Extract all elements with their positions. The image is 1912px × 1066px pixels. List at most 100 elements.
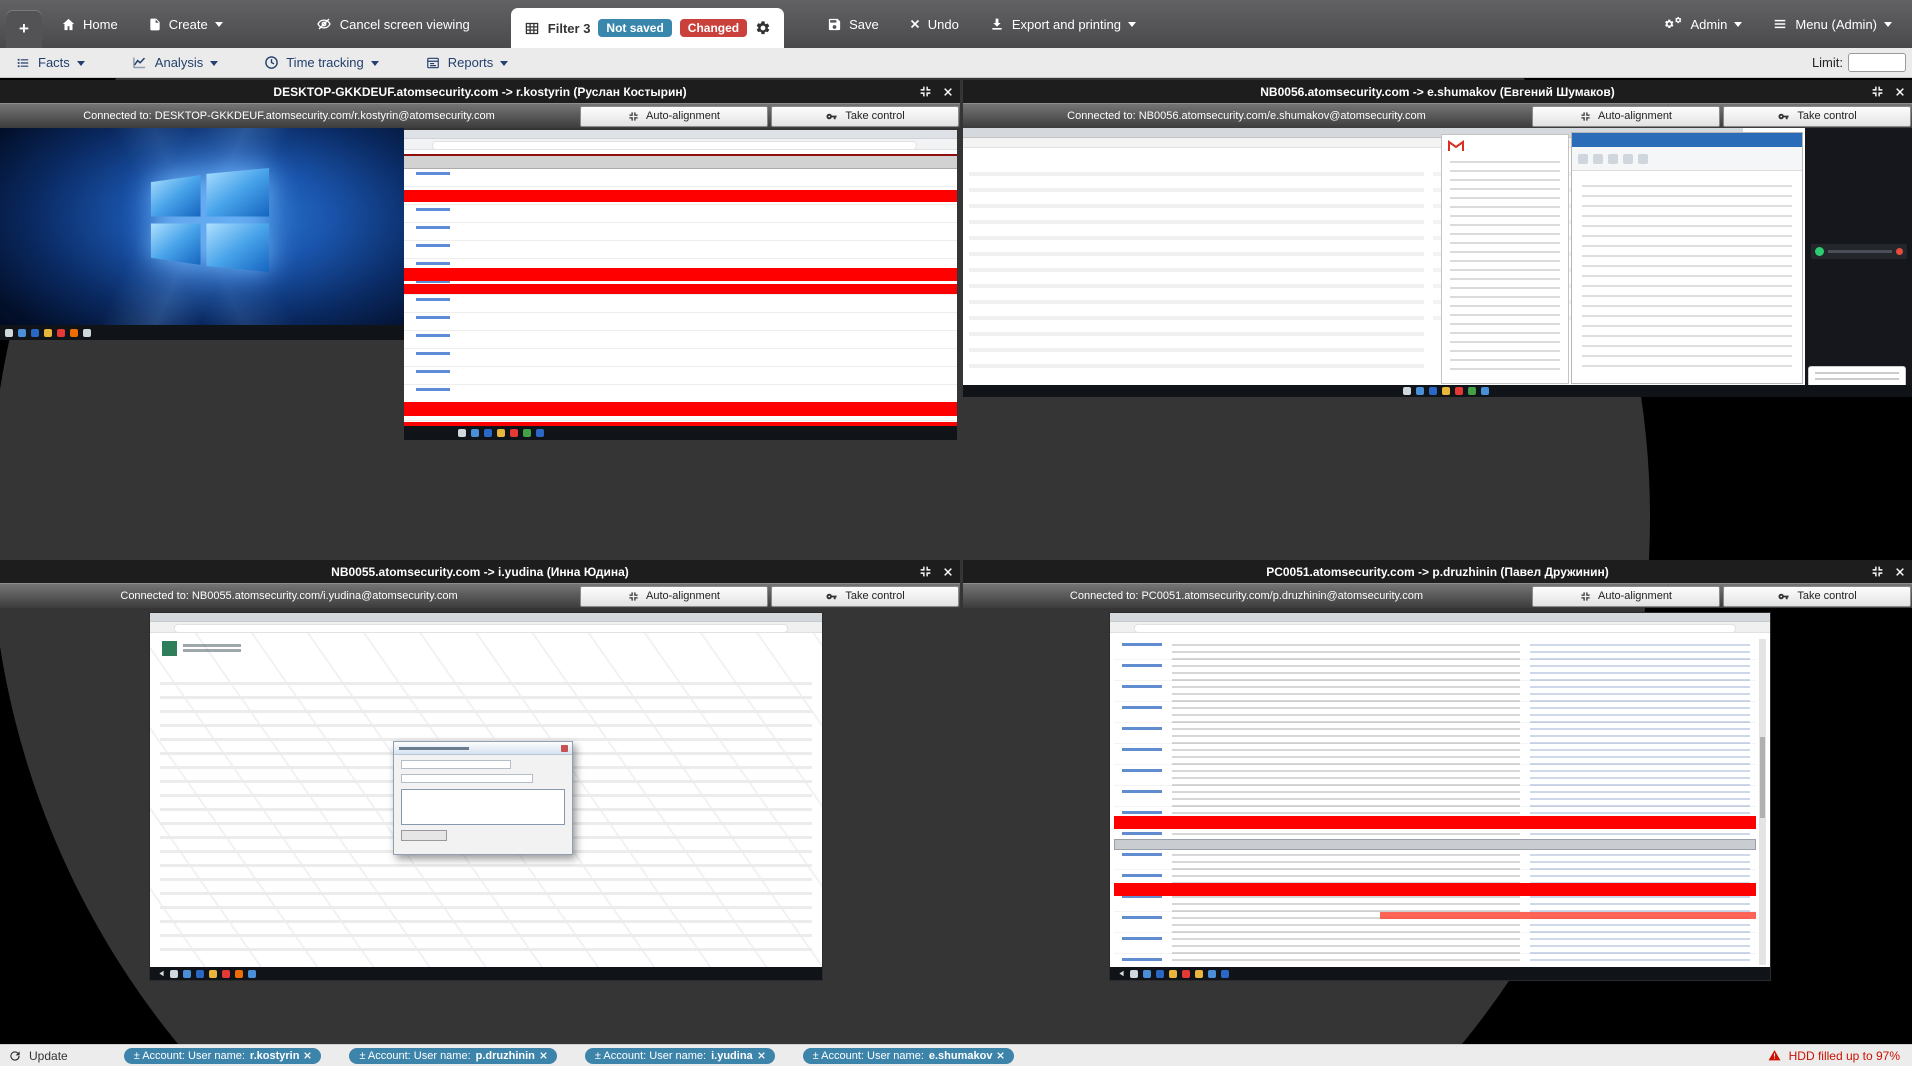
- close-panel-icon[interactable]: [943, 567, 953, 577]
- second-monitor-dark-area: [1805, 128, 1912, 397]
- time-tracking-menu[interactable]: Time tracking: [249, 55, 394, 70]
- undo-button[interactable]: Undo: [894, 0, 974, 48]
- outlook-title-bar: [1572, 133, 1802, 147]
- create-label: Create: [169, 17, 208, 32]
- analysis-toolbar: Facts Analysis Time tracking Reports Lim…: [0, 48, 1912, 78]
- remote-screen-view[interactable]: [0, 608, 960, 1012]
- reports-menu[interactable]: Reports: [410, 55, 524, 70]
- export-printing-label: Export and printing: [1012, 17, 1121, 32]
- line-chart-icon: [131, 55, 148, 70]
- warning-triangle-icon: [1767, 1049, 1782, 1062]
- panel-title-bar[interactable]: PC0051.atomsecurity.com -> p.druzhinin (…: [963, 560, 1912, 583]
- alert-row-red: [404, 190, 957, 202]
- key-icon: [1777, 111, 1790, 122]
- alert-row-red: [404, 284, 957, 294]
- admin-label: Admin: [1691, 17, 1728, 32]
- remote-taskbar: [404, 426, 957, 440]
- chip-prefix: ± Account: User name:: [813, 1050, 924, 1062]
- maximize-panel-icon[interactable]: [919, 85, 932, 98]
- account-filter-chip[interactable]: ± Account: User name: i.yudina: [585, 1048, 775, 1064]
- update-button[interactable]: Update: [8, 1049, 68, 1063]
- home-button[interactable]: Home: [46, 0, 133, 48]
- account-filter-chip[interactable]: ± Account: User name: r.kostyrin: [124, 1048, 322, 1064]
- remote-taskbar: [150, 967, 822, 980]
- maximize-panel-icon[interactable]: [1871, 565, 1884, 578]
- facts-menu[interactable]: Facts: [0, 55, 100, 70]
- account-filter-chip[interactable]: ± Account: User name: e.shumakov: [803, 1048, 1015, 1064]
- remote-taskbar: [1110, 967, 1770, 980]
- outlook-window: [1571, 132, 1803, 384]
- x-icon: [909, 18, 921, 30]
- account-filter-chip[interactable]: ± Account: User name: p.druzhinin: [349, 1048, 556, 1064]
- filter-chips: ± Account: User name: r.kostyrin ± Accou…: [124, 1048, 1015, 1064]
- download-icon: [989, 16, 1005, 32]
- remote-screen-view[interactable]: [963, 128, 1912, 505]
- maximize-panel-icon[interactable]: [919, 565, 932, 578]
- panel-connection-bar: Connected to: NB0055.atomsecurity.com/i.…: [0, 583, 960, 608]
- remove-chip-icon[interactable]: [758, 1052, 765, 1059]
- remote-screen-view[interactable]: [0, 128, 960, 505]
- panel-title-bar[interactable]: NB0055.atomsecurity.com -> i.yudina (Инн…: [0, 560, 960, 583]
- remove-chip-icon[interactable]: [997, 1052, 1004, 1059]
- close-panel-icon[interactable]: [1895, 87, 1905, 97]
- modal-field: [401, 760, 511, 769]
- take-control-button[interactable]: Take control: [1723, 586, 1911, 607]
- alert-row-red: [404, 402, 957, 416]
- refresh-icon: [8, 1049, 22, 1063]
- close-panel-icon[interactable]: [943, 87, 953, 97]
- save-button[interactable]: Save: [812, 0, 894, 48]
- outlook-ribbon: [1572, 147, 1802, 171]
- alert-row-red: [404, 268, 957, 281]
- panel-title-bar[interactable]: NB0056.atomsecurity.com -> e.shumakov (Е…: [963, 80, 1912, 103]
- chevron-down-icon: [77, 61, 85, 70]
- screen-panel-p-druzhinin: PC0051.atomsecurity.com -> p.druzhinin (…: [963, 560, 1912, 1012]
- table-link-column: [1122, 643, 1162, 962]
- take-control-label: Take control: [845, 110, 904, 122]
- admin-menu-button[interactable]: Admin: [1649, 0, 1758, 48]
- new-tab-button[interactable]: +: [6, 10, 42, 48]
- align-arrows-icon: [628, 111, 639, 122]
- connected-to-label: Connected to: NB0055.atomsecurity.com/i.…: [1, 590, 577, 602]
- new-document-icon: [148, 17, 162, 32]
- cancel-screen-viewing-button[interactable]: Cancel screen viewing: [300, 0, 485, 48]
- crm-form-area: [969, 160, 1424, 379]
- take-control-button[interactable]: Take control: [771, 586, 959, 607]
- remote-browser-window: [404, 130, 957, 440]
- auto-alignment-button[interactable]: Auto-alignment: [1532, 106, 1720, 127]
- analysis-label: Analysis: [155, 55, 203, 70]
- panel-title-bar[interactable]: DESKTOP-GKKDEUF.atomsecurity.com -> r.ko…: [0, 80, 960, 103]
- auto-alignment-button[interactable]: Auto-alignment: [1532, 586, 1720, 607]
- main-menu-button[interactable]: Menu (Admin): [1757, 0, 1912, 48]
- top-toolbar: + Home Create Cancel screen viewing Filt…: [0, 0, 1912, 48]
- export-printing-button[interactable]: Export and printing: [974, 0, 1151, 48]
- auto-alignment-button[interactable]: Auto-alignment: [580, 586, 768, 607]
- remote-taskbar: [963, 385, 1912, 397]
- take-control-button[interactable]: Take control: [1723, 106, 1911, 127]
- remove-chip-icon[interactable]: [304, 1052, 311, 1059]
- call-active-icon: [1815, 247, 1824, 256]
- hamburger-menu-icon: [1772, 17, 1788, 31]
- take-control-button[interactable]: Take control: [771, 106, 959, 127]
- modal-dialog: [393, 741, 573, 855]
- remote-browser-window: [150, 613, 822, 980]
- auto-alignment-button[interactable]: Auto-alignment: [580, 106, 768, 127]
- not-saved-badge: Not saved: [598, 19, 671, 37]
- analysis-menu[interactable]: Analysis: [116, 55, 233, 70]
- save-label: Save: [849, 17, 879, 32]
- panel-connection-bar: Connected to: PC0051.atomsecurity.com/p.…: [963, 583, 1912, 608]
- scrollbar[interactable]: [1759, 639, 1766, 965]
- gear-icon[interactable]: [755, 20, 771, 36]
- remote-browser-window: [1110, 613, 1770, 980]
- table-header-row: [1114, 839, 1756, 850]
- close-panel-icon[interactable]: [1895, 567, 1905, 577]
- create-button[interactable]: Create: [133, 0, 238, 48]
- chevron-down-icon: [500, 61, 508, 70]
- chip-prefix: ± Account: User name:: [134, 1050, 245, 1062]
- remove-chip-icon[interactable]: [540, 1052, 547, 1059]
- remote-screen-view[interactable]: [963, 608, 1912, 1012]
- limit-input[interactable]: [1848, 53, 1906, 72]
- take-control-label: Take control: [1797, 110, 1856, 122]
- browser-address-bar: [1110, 622, 1770, 633]
- tab-filter-3[interactable]: Filter 3 Not saved Changed: [511, 8, 784, 48]
- maximize-panel-icon[interactable]: [1871, 85, 1884, 98]
